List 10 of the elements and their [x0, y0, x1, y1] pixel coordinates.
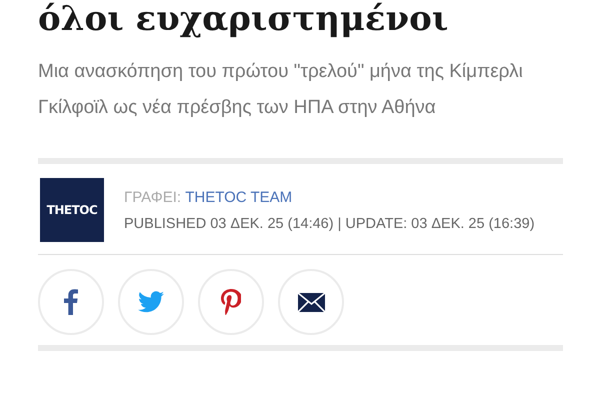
article-summary: Μια ανασκόπηση του πρώτου "τρελού" μήνα της Κίμπερλι Γκίλφοϊλ ως νέα πρέσβης των ΗΠΑ στην Αθήνα — [38, 60, 524, 120]
pinterest-icon — [221, 289, 241, 315]
bird-icon — [138, 291, 164, 313]
author-label: ΓΡΑΦΕΙ: — [124, 188, 182, 206]
envelope-icon — [298, 292, 324, 312]
publisher-logo: THETOC — [40, 178, 104, 242]
publish-dates: PUBLISHED 03 ΔΕΚ. 25 (14:46) | UPDATE: 03 ΔΕΚ. 25 (16:39) — [124, 216, 535, 232]
headline: όλοι ευχαριστημένοι — [38, 0, 450, 40]
author-link[interactable]: THETOC TEAM — [185, 188, 292, 206]
facebook-icon — [64, 289, 78, 315]
